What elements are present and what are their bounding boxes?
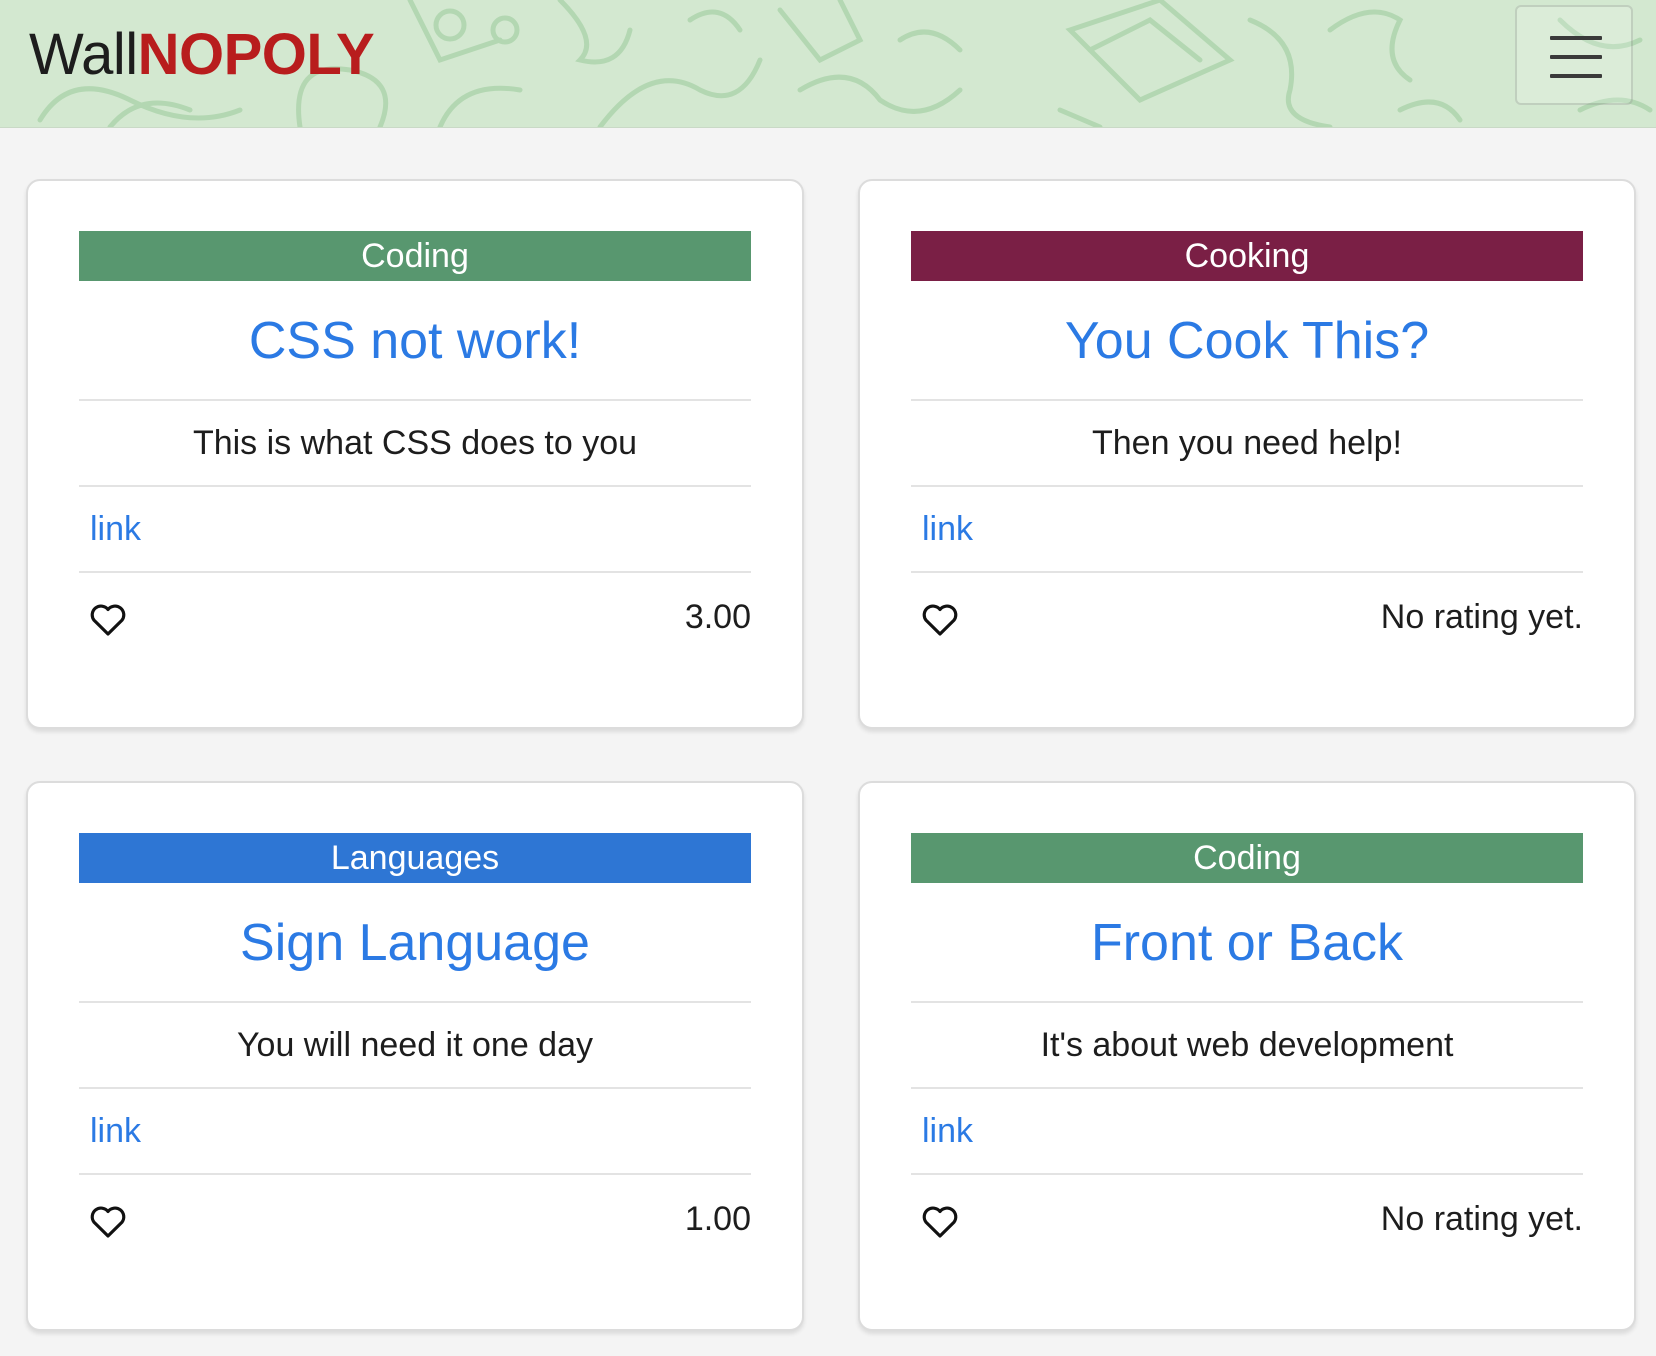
divider xyxy=(79,1173,751,1175)
divider xyxy=(911,399,1583,401)
post-description: It's about web development xyxy=(1040,1026,1454,1064)
category-badge: Coding xyxy=(911,833,1583,883)
post-link[interactable]: link xyxy=(90,1109,141,1153)
heart-outline-icon[interactable] xyxy=(921,1203,959,1239)
post-title-link[interactable]: You Cook This? xyxy=(911,309,1583,373)
brand-logo[interactable]: WallNOPOLY xyxy=(29,22,375,88)
post-title-link[interactable]: Front or Back xyxy=(911,911,1583,975)
post-card: Cooking You Cook This? Then you need hel… xyxy=(858,179,1636,729)
heart-outline-icon[interactable] xyxy=(89,601,127,637)
divider xyxy=(911,485,1583,487)
category-badge: Cooking xyxy=(911,231,1583,281)
post-link[interactable]: link xyxy=(90,507,141,551)
category-badge: Languages xyxy=(79,833,751,883)
heart-outline-icon[interactable] xyxy=(921,601,959,637)
post-title-link[interactable]: Sign Language xyxy=(79,911,751,975)
divider xyxy=(911,1087,1583,1089)
brand-suffix: NOPOLY xyxy=(137,22,375,87)
top-navbar: WallNOPOLY xyxy=(0,0,1656,128)
post-description: Then you need help! xyxy=(1091,424,1403,462)
post-description: This is what CSS does to you xyxy=(192,424,638,462)
divider xyxy=(911,571,1583,573)
divider xyxy=(79,1087,751,1089)
rating-value: 1.00 xyxy=(684,1200,751,1238)
heart-outline-icon[interactable] xyxy=(89,1203,127,1239)
rating-value: No rating yet. xyxy=(1380,1200,1583,1238)
rating-value: No rating yet. xyxy=(1380,598,1583,636)
divider xyxy=(911,1173,1583,1175)
post-description: You will need it one day xyxy=(236,1026,593,1064)
post-link[interactable]: link xyxy=(922,507,973,551)
brand-prefix: Wall xyxy=(29,22,138,87)
post-card: Coding Front or Back It's about web deve… xyxy=(858,781,1636,1331)
post-card: Coding CSS not work! This is what CSS do… xyxy=(26,179,804,729)
divider xyxy=(79,485,751,487)
divider xyxy=(79,399,751,401)
divider xyxy=(79,1001,751,1003)
divider xyxy=(911,1001,1583,1003)
post-card: Languages Sign Language You will need it… xyxy=(26,781,804,1331)
divider xyxy=(79,571,751,573)
rating-value: 3.00 xyxy=(684,598,751,636)
category-badge: Coding xyxy=(79,231,751,281)
post-link[interactable]: link xyxy=(922,1109,973,1153)
post-title-link[interactable]: CSS not work! xyxy=(79,309,751,373)
menu-toggle-button[interactable] xyxy=(1515,5,1633,105)
